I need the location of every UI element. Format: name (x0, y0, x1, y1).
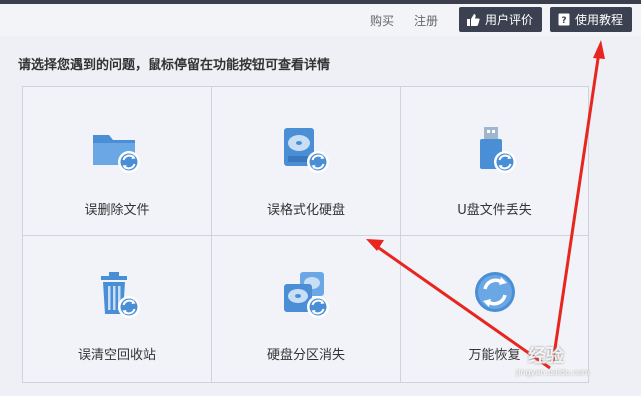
recovery-options-grid: 误删除文件 误格式化硬盘 U盘文件丢失 误清空回收站 硬盘分区消失 万能恢复 (22, 86, 589, 383)
usb-recover-icon (479, 127, 516, 173)
tutorial-button[interactable]: ? 使用教程 (550, 7, 632, 32)
recycle-bin-recover-icon (101, 272, 140, 318)
register-link[interactable]: 注册 (414, 12, 438, 29)
option-label: U盘文件丢失 (457, 203, 532, 218)
svg-text:?: ? (561, 16, 566, 26)
universal-recover-icon (474, 272, 515, 312)
option-label: 误格式化硬盘 (266, 203, 345, 218)
partition-recover-icon (284, 272, 329, 318)
header-bar: 购买 注册 用户评价 ? 使用教程 (0, 4, 641, 36)
instruction-text: 请选择您遇到的问题，鼠标停留在功能按钮可查看详情 (18, 58, 331, 73)
thumbs-up-icon (467, 13, 480, 26)
option-deleted-files[interactable]: 误删除文件 (23, 87, 212, 236)
tutorial-label: 使用教程 (575, 13, 624, 27)
option-label: 误清空回收站 (77, 348, 156, 363)
option-partition-lost[interactable]: 硬盘分区消失 (212, 236, 401, 382)
user-review-button[interactable]: 用户评价 (459, 7, 542, 32)
user-review-label: 用户评价 (485, 13, 534, 27)
option-formatted-disk[interactable]: 误格式化硬盘 (212, 87, 401, 236)
watermark-url: jingyan.baidu.com (516, 368, 590, 377)
watermark-logo: 经验 (528, 346, 564, 367)
folder-recover-icon (93, 135, 140, 173)
help-book-icon: ? (558, 13, 570, 26)
option-emptied-recycle-bin[interactable]: 误清空回收站 (23, 236, 212, 382)
harddisk-recover-icon (284, 128, 329, 173)
buy-link[interactable]: 购买 (370, 12, 394, 29)
option-label: 硬盘分区消失 (266, 348, 345, 363)
option-usb-lost[interactable]: U盘文件丢失 (401, 87, 588, 236)
option-label: 误删除文件 (84, 203, 150, 218)
